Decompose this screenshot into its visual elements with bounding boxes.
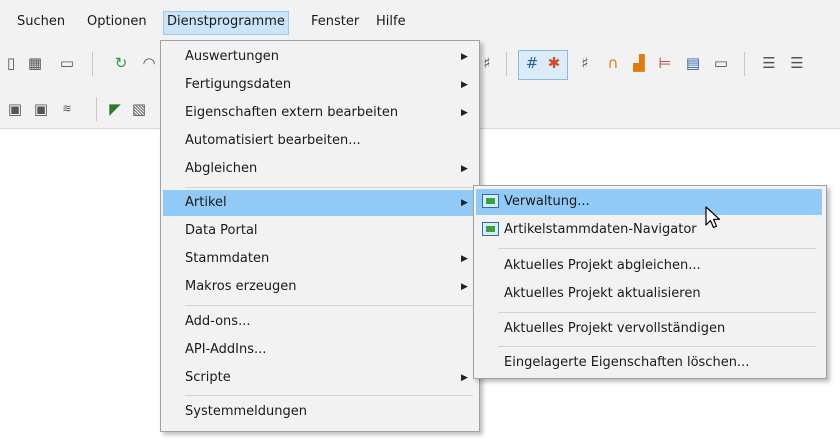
menu-item-abgleichen[interactable]: Abgleichen ▶ <box>163 156 475 182</box>
menu-item-scripte[interactable]: Scripte ▶ <box>163 365 475 391</box>
toolbar-icon-1[interactable]: ▯ <box>0 52 22 74</box>
submenu-arrow-icon: ▶ <box>461 80 468 90</box>
submenu-item-navigator[interactable]: Artikelstammdaten-Navigator <box>476 217 822 243</box>
submenu-arrow-icon: ▶ <box>461 373 468 383</box>
shopping-cart-icon <box>482 222 499 236</box>
counter-icon[interactable]: ▤ <box>682 52 704 74</box>
toolbar-separator <box>506 52 507 76</box>
submenu-arrow-icon: ▶ <box>461 108 468 118</box>
submenu-item-vervollstaendigen[interactable]: Aktuelles Projekt vervollständigen <box>476 316 822 342</box>
submenu-item-abgleichen[interactable]: Aktuelles Projekt abgleichen... <box>476 253 822 279</box>
shopping-cart-icon <box>482 194 499 208</box>
ruler-icon[interactable]: ▭ <box>710 52 732 74</box>
toolbar-icon-b[interactable]: ▣ <box>30 98 52 120</box>
tree-icon[interactable]: ⊨ <box>654 52 676 74</box>
menu-item-label: Artikelstammdaten-Navigator <box>504 222 697 237</box>
submenu-arrow-icon: ▶ <box>461 282 468 292</box>
menu-item-fertigungsdaten[interactable]: Fertigungsdaten ▶ <box>163 72 475 98</box>
menu-item-label: Aktuelles Projekt aktualisieren <box>504 286 701 301</box>
submenu-item-eigenschaften-loeschen[interactable]: Eingelagerte Eigenschaften löschen... <box>476 350 822 376</box>
menu-item-label: Fertigungsdaten <box>185 77 292 92</box>
menu-item-add-ons[interactable]: Add-ons... <box>163 309 475 335</box>
grid-hash-icon[interactable]: # <box>521 52 543 74</box>
menu-item-makros[interactable]: Makros erzeugen ▶ <box>163 274 475 300</box>
toolbar-icon-c[interactable]: ≋ <box>56 98 78 120</box>
menu-item-label: API-AddIns... <box>185 342 267 357</box>
magnet-icon[interactable]: ∩ <box>602 52 624 74</box>
text-lines-icon-2[interactable]: ☰ <box>786 52 808 74</box>
menu-separator <box>185 187 473 188</box>
menu-item-label: Data Portal <box>185 223 258 238</box>
menu-item-label: Makros erzeugen <box>185 279 297 294</box>
menu-bar: Suchen Optionen Dienstprogramme Fenster … <box>0 0 840 41</box>
grid-icon[interactable]: ▦ <box>24 52 46 74</box>
dienstprogramme-menu: Auswertungen ▶ Fertigungsdaten ▶ Eigensc… <box>160 40 480 432</box>
menu-item-label: Abgleichen <box>185 161 258 176</box>
menu-item-auswertungen[interactable]: Auswertungen ▶ <box>163 44 475 70</box>
mouse-pointer-icon <box>705 206 721 229</box>
menu-separator <box>498 312 816 313</box>
menu-item-label: Artikel <box>185 195 227 210</box>
toolbar-icon-a[interactable]: ▣ <box>4 98 26 120</box>
toolbar-separator <box>744 52 745 76</box>
chart-icon[interactable]: ▟ <box>628 52 650 74</box>
submenu-arrow-icon: ▶ <box>461 164 468 174</box>
submenu-arrow-icon: ▶ <box>461 52 468 62</box>
menu-separator <box>185 305 473 306</box>
toolbar-icon-e[interactable]: ▧ <box>128 98 150 120</box>
menu-item-label: Aktuelles Projekt abgleichen... <box>504 258 701 273</box>
menu-item-label: Systemmeldungen <box>185 404 307 419</box>
toolbar-separator <box>92 52 93 76</box>
toolbar-icon-d[interactable]: ◤ <box>104 98 126 120</box>
menu-optionen[interactable]: Optionen <box>84 12 150 34</box>
toolbar-icon-2[interactable]: ◠ <box>138 52 160 74</box>
submenu-arrow-icon: ▶ <box>461 198 468 208</box>
submenu-item-verwaltung[interactable]: Verwaltung... <box>476 189 822 215</box>
submenu-item-aktualisieren[interactable]: Aktuelles Projekt aktualisieren <box>476 281 822 307</box>
menu-suchen[interactable]: Suchen <box>14 12 68 34</box>
menu-separator <box>498 248 816 249</box>
menu-fenster[interactable]: Fenster <box>308 12 362 34</box>
menu-item-eigenschaften-extern[interactable]: Eigenschaften extern bearbeiten ▶ <box>163 100 475 126</box>
submenu-arrow-icon: ▶ <box>461 254 468 264</box>
hash-small-icon[interactable]: ♯ <box>574 52 596 74</box>
menu-item-label: Stammdaten <box>185 251 270 266</box>
menu-separator <box>498 346 816 347</box>
grid-star-icon[interactable]: ✱ <box>543 52 565 74</box>
toolbar-separator <box>96 97 97 121</box>
menu-item-artikel[interactable]: Artikel ▶ <box>163 190 475 216</box>
text-lines-icon[interactable]: ☰ <box>758 52 780 74</box>
menu-item-label: Verwaltung... <box>504 194 590 209</box>
menu-hilfe[interactable]: Hilfe <box>373 12 409 34</box>
menu-item-automatisiert[interactable]: Automatisiert bearbeiten... <box>163 128 475 154</box>
menu-item-label: Eingelagerte Eigenschaften löschen... <box>504 355 750 370</box>
menu-item-label: Add-ons... <box>185 314 251 329</box>
menu-item-data-portal[interactable]: Data Portal <box>163 218 475 244</box>
menu-separator <box>185 395 473 396</box>
menu-item-label: Automatisiert bearbeiten... <box>185 133 361 148</box>
artikel-submenu: Verwaltung... Artikelstammdaten-Navigato… <box>473 185 827 379</box>
menu-item-label: Aktuelles Projekt vervollständigen <box>504 321 726 336</box>
menu-item-api-addins[interactable]: API-AddIns... <box>163 337 475 363</box>
menu-dienstprogramme[interactable]: Dienstprogramme <box>163 11 289 35</box>
menu-item-stammdaten[interactable]: Stammdaten ▶ <box>163 246 475 272</box>
menu-item-label: Eigenschaften extern bearbeiten <box>185 105 399 120</box>
menu-item-systemmeldungen[interactable]: Systemmeldungen <box>163 399 475 425</box>
menu-item-label: Auswertungen <box>185 49 279 64</box>
refresh-icon[interactable]: ↻ <box>110 52 132 74</box>
window-icon[interactable]: ▭ <box>56 52 78 74</box>
menu-item-label: Scripte <box>185 370 231 385</box>
